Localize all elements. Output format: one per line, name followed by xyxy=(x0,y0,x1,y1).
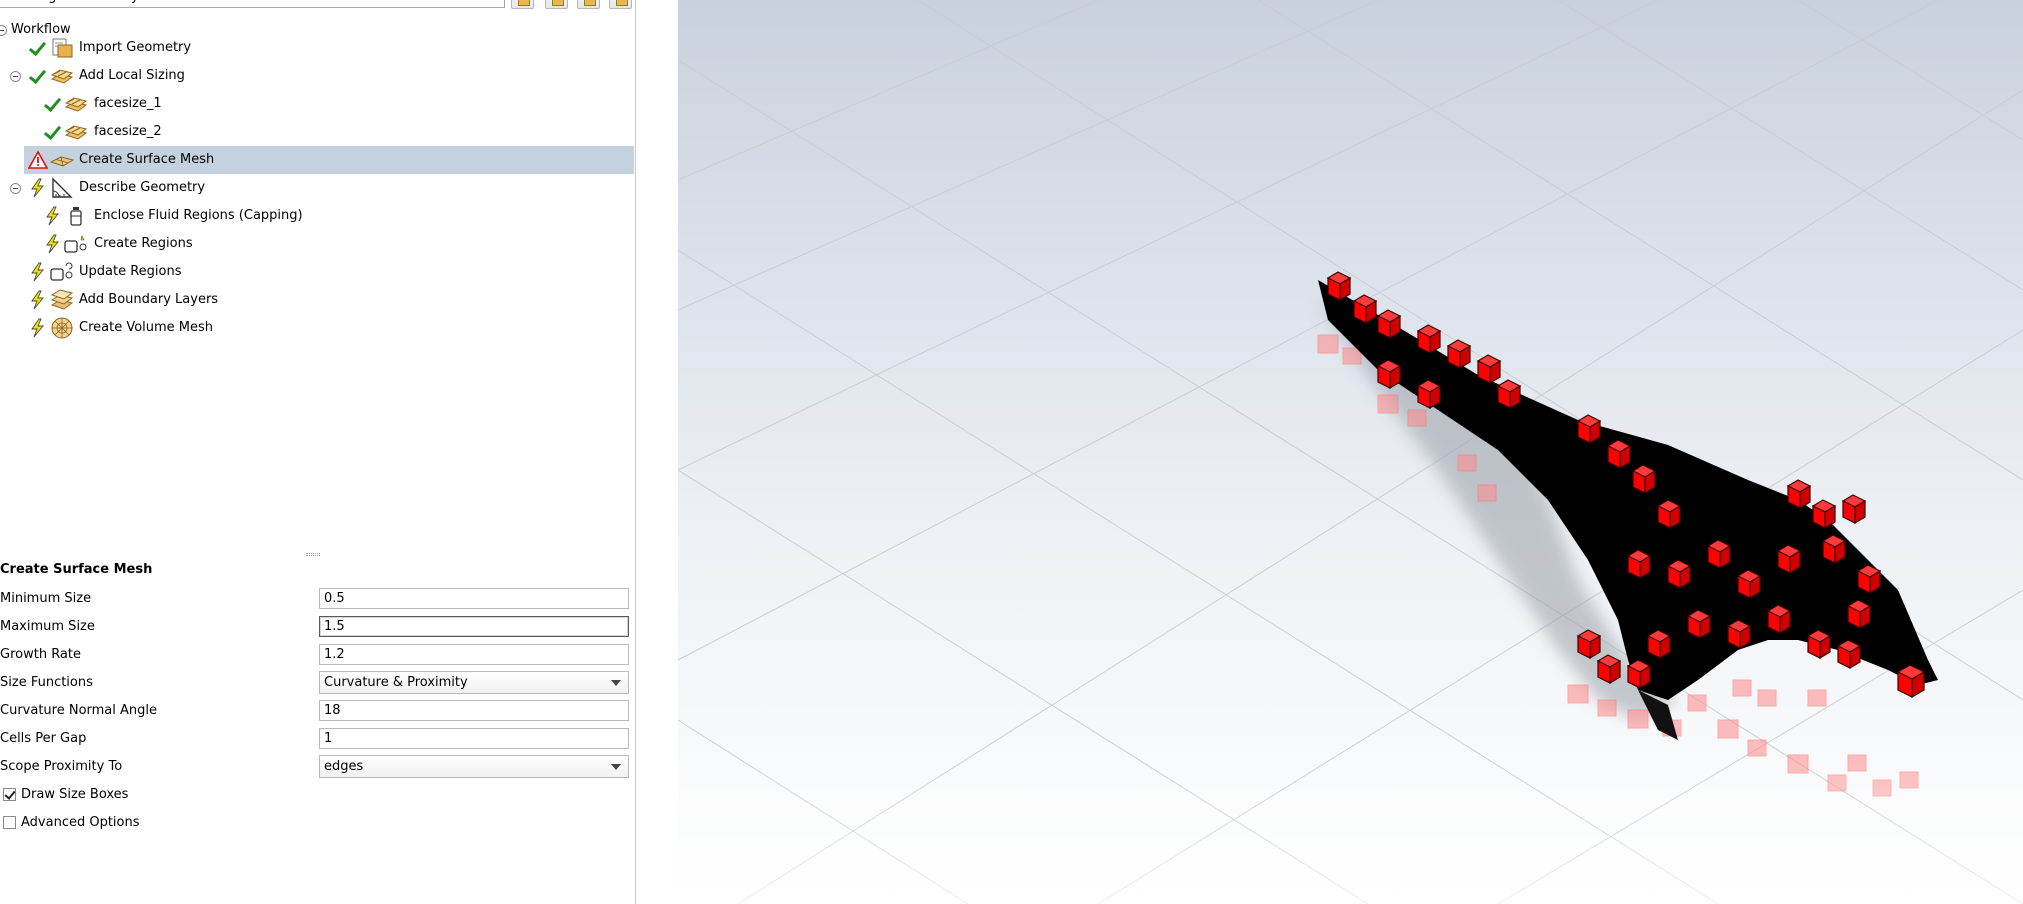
prop-growth-rate: Growth Rate 1.2 xyxy=(0,641,634,669)
warning-icon xyxy=(27,150,49,170)
growth-rate-label: Growth Rate xyxy=(0,647,81,662)
face-size-icon xyxy=(64,93,88,115)
task-update-regions[interactable]: Update Regions xyxy=(0,258,634,286)
task-label: Update Regions xyxy=(79,264,182,279)
workflow-panel: Watertight Geometry Workflow Import Geom… xyxy=(0,0,636,904)
growth-rate-input[interactable]: 1.2 xyxy=(319,644,629,665)
task-describe-geometry[interactable]: Describe Geometry xyxy=(0,174,634,202)
face-size-icon xyxy=(64,121,88,143)
task-create-volume-mesh[interactable]: Create Volume Mesh xyxy=(0,314,634,342)
task-label: facesize_1 xyxy=(94,96,162,111)
task-label: Add Boundary Layers xyxy=(79,292,219,307)
task-label: Create Surface Mesh xyxy=(79,152,215,167)
prop-size-functions: Size Functions Curvature & Proximity xyxy=(0,669,634,697)
properties-title: Create Surface Mesh xyxy=(0,562,153,577)
help-button[interactable] xyxy=(609,0,632,9)
task-create-regions[interactable]: Create Regions xyxy=(0,230,634,258)
check-icon xyxy=(28,38,48,58)
prop-advanced-options[interactable]: Advanced Options xyxy=(0,809,634,837)
prop-cells-per-gap: Cells Per Gap 1 xyxy=(0,725,634,753)
surface-mesh-icon xyxy=(49,149,75,171)
lightning-icon xyxy=(28,262,48,282)
lightning-icon xyxy=(28,290,48,310)
curvature-normal-angle-input[interactable]: 18 xyxy=(319,700,629,721)
panel-splitter[interactable] xyxy=(306,553,320,556)
collapse-toggle-icon[interactable] xyxy=(10,183,21,194)
collapse-toggle-icon[interactable] xyxy=(10,71,21,82)
graphics-viewport[interactable] xyxy=(678,0,2023,904)
scope-proximity-to-value: edges xyxy=(324,759,364,774)
chevron-down-icon xyxy=(611,764,621,770)
check-icon xyxy=(43,122,63,142)
lightning-icon xyxy=(28,178,48,198)
draw-size-boxes-label: Draw Size Boxes xyxy=(21,787,129,802)
scene-svg xyxy=(678,0,2023,904)
prop-maximum-size: Maximum Size 1.5 xyxy=(0,613,634,641)
scope-proximity-to-select[interactable]: edges xyxy=(319,755,629,778)
maximum-size-input[interactable]: 1.5 xyxy=(319,616,629,637)
size-functions-select[interactable]: Curvature & Proximity xyxy=(319,671,629,694)
minimum-size-label: Minimum Size xyxy=(0,591,92,606)
task-add-boundary-layers[interactable]: Add Boundary Layers xyxy=(0,286,634,314)
task-label: Import Geometry xyxy=(79,40,192,55)
task-label: Create Regions xyxy=(94,236,193,251)
task-label: Add Local Sizing xyxy=(79,68,185,83)
lightning-icon xyxy=(43,206,63,226)
advanced-options-label: Advanced Options xyxy=(21,815,140,830)
task-add-local-sizing[interactable]: Add Local Sizing xyxy=(0,62,634,90)
lightning-icon xyxy=(28,318,48,338)
prop-minimum-size: Minimum Size 0.5 xyxy=(0,585,634,613)
save-workflow-button[interactable] xyxy=(545,0,568,9)
size-functions-value: Curvature & Proximity xyxy=(324,675,468,690)
task-enclose-fluid-regions[interactable]: Enclose Fluid Regions (Capping) xyxy=(0,202,634,230)
chevron-down-icon xyxy=(611,680,621,686)
task-label: Create Volume Mesh xyxy=(79,320,214,335)
import-geometry-icon xyxy=(50,37,74,59)
workflow-type-select[interactable]: Watertight Geometry xyxy=(0,0,505,8)
task-create-surface-mesh[interactable]: Create Surface Mesh xyxy=(24,146,634,174)
curvature-normal-angle-label: Curvature Normal Angle xyxy=(0,703,158,718)
task-facesize-2[interactable]: facesize_2 xyxy=(0,118,634,146)
check-icon xyxy=(28,66,48,86)
panel-gap xyxy=(636,0,678,904)
size-functions-label: Size Functions xyxy=(0,675,93,690)
task-import-geometry[interactable]: Import Geometry xyxy=(0,34,634,62)
local-sizing-icon xyxy=(50,65,74,87)
scope-proximity-to-label: Scope Proximity To xyxy=(0,759,123,774)
task-label: Enclose Fluid Regions (Capping) xyxy=(94,208,303,223)
prop-draw-size-boxes[interactable]: Draw Size Boxes xyxy=(0,781,634,809)
cells-per-gap-label: Cells Per Gap xyxy=(0,731,87,746)
workflow-toolbar: Watertight Geometry xyxy=(0,0,636,10)
task-label: Describe Geometry xyxy=(79,180,206,195)
advanced-options-checkbox[interactable] xyxy=(3,816,16,829)
update-regions-icon xyxy=(50,261,74,283)
lightning-icon xyxy=(43,234,63,254)
boundary-layers-icon xyxy=(50,289,74,311)
prop-curvature-normal-angle: Curvature Normal Angle 18 xyxy=(0,697,634,725)
maximum-size-label: Maximum Size xyxy=(0,619,95,634)
volume-mesh-icon xyxy=(50,317,74,339)
minimum-size-input[interactable]: 0.5 xyxy=(319,588,629,609)
open-workflow-button[interactable] xyxy=(511,0,534,9)
prop-scope-proximity-to: Scope Proximity To edges xyxy=(0,753,634,781)
revert-workflow-button[interactable] xyxy=(577,0,600,9)
task-facesize-1[interactable]: facesize_1 xyxy=(0,90,634,118)
check-icon xyxy=(43,94,63,114)
create-regions-icon xyxy=(64,233,88,255)
capping-icon xyxy=(64,205,88,227)
task-label: facesize_2 xyxy=(94,124,162,139)
describe-geometry-icon xyxy=(50,177,74,199)
draw-size-boxes-checkbox[interactable] xyxy=(3,788,16,801)
floor-fade xyxy=(678,760,2023,904)
cells-per-gap-input[interactable]: 1 xyxy=(319,728,629,749)
